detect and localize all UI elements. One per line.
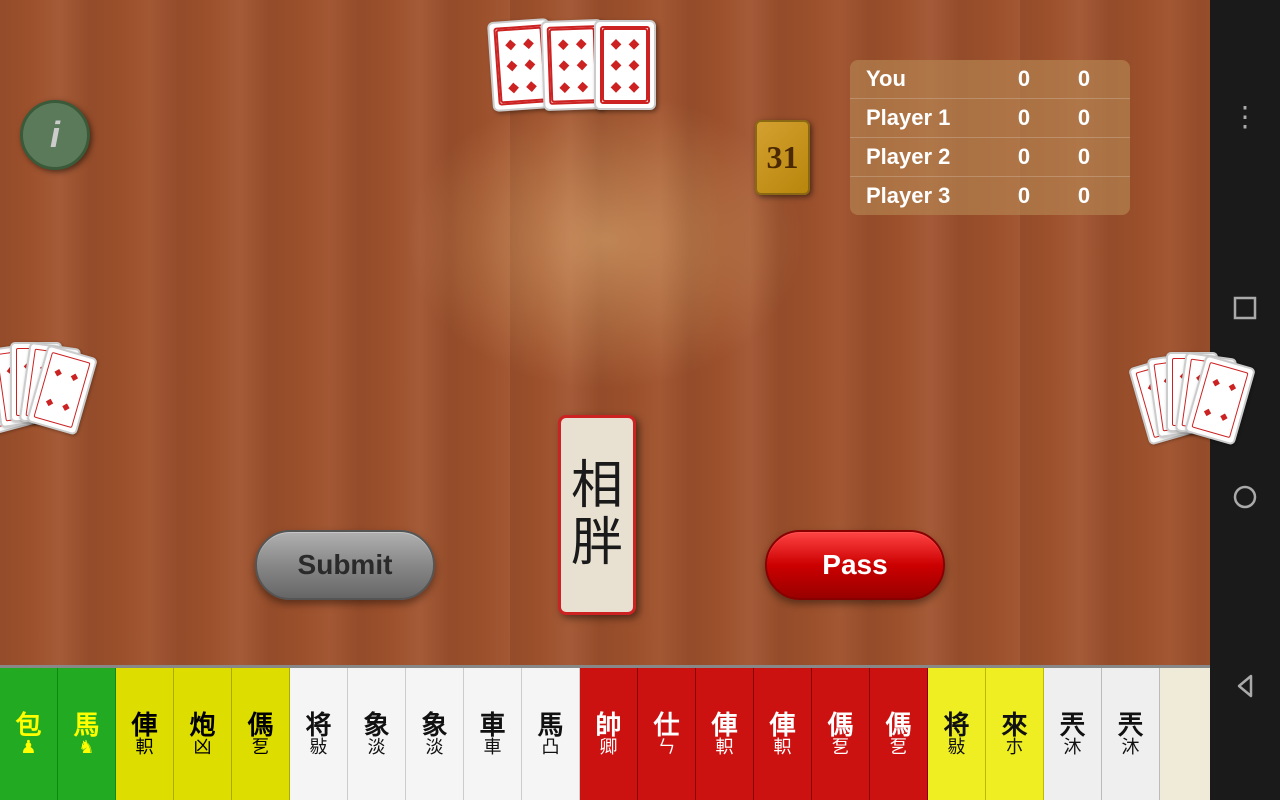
tile-17[interactable]: 來朩 — [986, 668, 1044, 800]
tile-bot-15: 乭 — [890, 738, 908, 756]
tile-bot-8: 車 — [484, 738, 502, 756]
tile-3[interactable]: 炮凶 — [174, 668, 232, 800]
tile-top-12: 俥 — [711, 712, 737, 738]
tile-13[interactable]: 俥軹 — [754, 668, 812, 800]
tile-bot-12: 軹 — [716, 738, 734, 756]
center-played-card[interactable]: 相 胖 — [558, 415, 636, 615]
center-card-char2: 胖 — [571, 515, 623, 572]
tile-6[interactable]: 象淡 — [348, 668, 406, 800]
tile-18[interactable]: 兲沐 — [1044, 668, 1102, 800]
tile-bot-10: 卿 — [600, 738, 618, 756]
tile-top-9: 馬 — [537, 712, 563, 738]
tile-1[interactable]: 馬♞ — [58, 668, 116, 800]
tile-9[interactable]: 馬凸 — [522, 668, 580, 800]
tile-bot-18: 沐 — [1064, 738, 1082, 756]
tile-top-3: 炮 — [189, 712, 215, 738]
tile-top-11: 仕 — [653, 712, 679, 738]
tile-bot-1: ♞ — [78, 738, 94, 756]
player-2-score2: 0 — [1054, 144, 1114, 170]
tile-top-18: 兲 — [1059, 712, 1085, 738]
player-1-name: Player 1 — [866, 105, 994, 131]
tile-top-17: 來 — [1001, 712, 1027, 738]
player-you-score2: 0 — [1054, 66, 1114, 92]
tile-top-0: 包 — [15, 712, 41, 738]
player-1-score2: 0 — [1054, 105, 1114, 131]
tile-bot-9: 凸 — [542, 738, 560, 756]
tile-15[interactable]: 傌乭 — [870, 668, 928, 800]
tile-top-10: 帥 — [595, 712, 621, 738]
score-row-p2: Player 2 0 0 — [850, 138, 1130, 177]
tile-bot-16: 敡 — [948, 738, 966, 756]
tile-top-15: 傌 — [885, 712, 911, 738]
deck-card-3: ◆◆ ◆◆ ◆◆ — [594, 20, 656, 110]
tile-bot-13: 軹 — [774, 738, 792, 756]
tile-bot-6: 淡 — [368, 738, 386, 756]
tile-12[interactable]: 俥軹 — [696, 668, 754, 800]
tile-bot-5: 敡 — [310, 738, 328, 756]
player-3-score2: 0 — [1054, 183, 1114, 209]
tile-7[interactable]: 象淡 — [406, 668, 464, 800]
top-deck: ◆◆ ◆◆ ◆◆ ◆◆ ◆◆ ◆◆ ◆◆ ◆◆ ◆◆ — [490, 20, 656, 110]
player-3-score1: 0 — [994, 183, 1054, 209]
tile-10[interactable]: 帥卿 — [580, 668, 638, 800]
square-icon[interactable] — [1231, 294, 1259, 322]
tile-top-19: 兲 — [1117, 712, 1143, 738]
player-2-name: Player 2 — [866, 144, 994, 170]
score-row-you: You 0 0 — [850, 60, 1130, 99]
player-1-score1: 0 — [994, 105, 1054, 131]
tile-bot-3: 凶 — [194, 738, 212, 756]
submit-button[interactable]: Submit — [255, 530, 435, 600]
tile-bot-14: 乭 — [832, 738, 850, 756]
tile-bot-4: 乭 — [252, 738, 270, 756]
tile-14[interactable]: 傌乭 — [812, 668, 870, 800]
tile-top-6: 象 — [363, 712, 389, 738]
more-options-icon[interactable]: ⋮ — [1231, 100, 1259, 133]
tile-top-7: 象 — [421, 712, 447, 738]
player-2-score1: 0 — [994, 144, 1054, 170]
tile-top-16: 将 — [943, 712, 969, 738]
score-row-p3: Player 3 0 0 — [850, 177, 1130, 215]
tile-bot-7: 淡 — [426, 738, 444, 756]
tile-5[interactable]: 将敡 — [290, 668, 348, 800]
tile-bot-11: ㄣ — [658, 738, 676, 756]
pass-label: Pass — [822, 549, 887, 581]
tile-bot-2: 軹 — [136, 738, 154, 756]
game-board: i ◆◆ ◆◆ ◆◆ ◆◆ ◆◆ ◆◆ — [0, 0, 1210, 800]
tile-0[interactable]: 包♟ — [0, 668, 58, 800]
tile-top-8: 車 — [479, 712, 505, 738]
tile-19[interactable]: 兲沐 — [1102, 668, 1160, 800]
center-card-char1: 相 — [571, 458, 623, 515]
tile-16[interactable]: 将敡 — [928, 668, 986, 800]
player-you-score1: 0 — [994, 66, 1054, 92]
tile-top-13: 俥 — [769, 712, 795, 738]
tile-bot-19: 沐 — [1122, 738, 1140, 756]
back-icon[interactable] — [1231, 672, 1259, 700]
submit-label: Submit — [298, 549, 393, 581]
tile-top-1: 馬 — [73, 712, 99, 738]
tile-11[interactable]: 仕ㄣ — [638, 668, 696, 800]
info-button[interactable]: i — [20, 100, 90, 170]
pass-button[interactable]: Pass — [765, 530, 945, 600]
tile-top-2: 俥 — [131, 712, 157, 738]
player-3-name: Player 3 — [866, 183, 994, 209]
tile-2[interactable]: 俥軹 — [116, 668, 174, 800]
center-glow — [405, 90, 805, 390]
player-you-name: You — [866, 66, 994, 92]
tile-8[interactable]: 車車 — [464, 668, 522, 800]
score-panel: You 0 0 Player 1 0 0 Player 2 0 0 Player… — [850, 60, 1130, 215]
info-icon: i — [50, 114, 60, 156]
tile-top-14: 傌 — [827, 712, 853, 738]
home-circle-icon[interactable] — [1231, 483, 1259, 511]
tile-top-4: 傌 — [247, 712, 273, 738]
number-card: 31 — [755, 120, 810, 195]
tile-bot-17: 朩 — [1006, 738, 1024, 756]
tile-bot-0: ♟ — [20, 738, 36, 756]
tile-4[interactable]: 傌乭 — [232, 668, 290, 800]
tile-top-5: 将 — [305, 712, 331, 738]
bottom-tiles-area: 包♟馬♞俥軹炮凶傌乭将敡象淡象淡車車馬凸帥卿仕ㄣ俥軹俥軹傌乭傌乭将敡來朩兲沐兲沐 — [0, 665, 1210, 800]
score-row-p1: Player 1 0 0 — [850, 99, 1130, 138]
